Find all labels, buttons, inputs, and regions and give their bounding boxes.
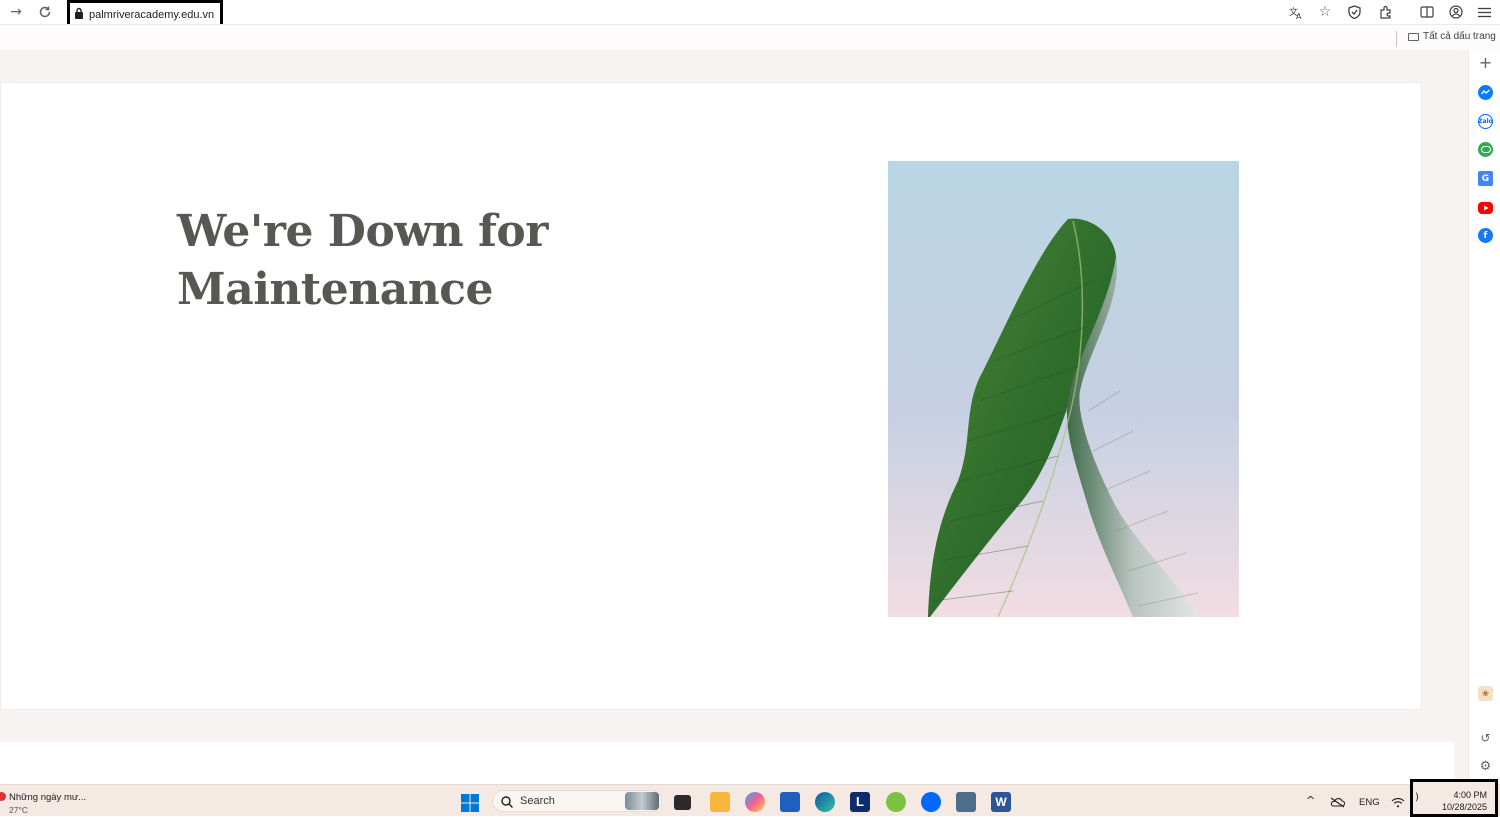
lingo-app-icon[interactable]: L xyxy=(850,792,870,812)
chevron-up-icon[interactable]: ^ xyxy=(1306,794,1315,807)
word-icon[interactable]: W xyxy=(991,792,1011,812)
messenger-icon[interactable] xyxy=(1478,85,1493,100)
edge-icon[interactable] xyxy=(815,792,835,812)
all-bookmarks-label: Tất cả dấu trang xyxy=(1423,31,1496,42)
copilot-icon[interactable] xyxy=(745,792,765,812)
weather-temperature: 27°C xyxy=(9,805,28,815)
calculator-icon[interactable] xyxy=(956,792,976,812)
profile-icon[interactable] xyxy=(1446,2,1466,22)
menu-icon[interactable] xyxy=(1474,2,1494,22)
bookmark-separator xyxy=(1396,31,1397,47)
banana-leaf-image xyxy=(888,161,1239,617)
clock-date: 10/28/2025 xyxy=(1441,802,1487,812)
forward-icon[interactable]: → xyxy=(6,2,26,22)
coccoc-icon[interactable] xyxy=(886,792,906,812)
headline-line-2: Maintenance xyxy=(177,264,494,315)
page-footer-area xyxy=(0,742,1454,784)
bookmark-star-icon[interactable]: ☆ xyxy=(1315,2,1335,22)
task-view-icon[interactable] xyxy=(674,795,691,810)
facebook-icon[interactable]: f xyxy=(1478,228,1493,243)
shield-icon[interactable] xyxy=(1344,2,1364,22)
store-icon[interactable] xyxy=(780,792,800,812)
split-view-icon[interactable] xyxy=(1417,2,1437,22)
all-bookmarks-button[interactable]: Tất cả dấu trang xyxy=(1408,31,1496,42)
translate-icon[interactable]: G xyxy=(1478,171,1493,186)
maintenance-card: We're Down for Maintenance xyxy=(0,82,1422,710)
zalo-app-icon[interactable] xyxy=(921,792,941,812)
search-highlight-image xyxy=(625,792,659,810)
youtube-icon[interactable] xyxy=(1478,202,1493,214)
reload-icon[interactable] xyxy=(35,2,55,22)
url-text: palmriveracademy.edu.vn xyxy=(89,9,215,21)
maintenance-headline: We're Down for Maintenance xyxy=(177,203,597,319)
page-viewport: We're Down for Maintenance xyxy=(0,50,1468,784)
add-icon[interactable]: + xyxy=(1478,53,1493,72)
extension-icon[interactable]: ❀ xyxy=(1478,686,1493,701)
wifi-icon[interactable] xyxy=(1391,795,1405,813)
windows-taskbar: Những ngày mư... 27°C Search L W ^ ENG )… xyxy=(0,779,1500,817)
file-explorer-icon[interactable] xyxy=(710,792,730,812)
headline-line-1: We're Down for xyxy=(177,206,548,257)
extensions-icon[interactable] xyxy=(1376,2,1396,22)
clock-area[interactable]: ) 4:00 PM 10/28/2025 xyxy=(1410,779,1498,817)
start-button[interactable] xyxy=(461,794,481,814)
bookmark-bar: Tất cả dấu trang xyxy=(0,24,1500,50)
weather-alert-icon xyxy=(0,792,6,801)
language-indicator[interactable]: ENG xyxy=(1359,797,1380,808)
browser-toolbar: → palmriveracademy.edu.vn 文A ☆ xyxy=(0,0,1500,30)
game-icon[interactable] xyxy=(1478,142,1493,157)
volume-icon[interactable]: ) xyxy=(1415,792,1419,803)
settings-icon[interactable]: ⚙ xyxy=(1478,759,1493,774)
folder-icon xyxy=(1408,32,1419,41)
onedrive-offline-icon[interactable] xyxy=(1330,795,1346,813)
weather-title: Những ngày mư... xyxy=(9,792,87,803)
browser-side-panel: + Zalo G f ❀ ↺ ⚙ xyxy=(1468,50,1500,784)
svg-text:A: A xyxy=(1296,12,1302,20)
history-icon[interactable]: ↺ xyxy=(1478,730,1493,745)
search-icon xyxy=(501,795,513,813)
search-placeholder: Search xyxy=(520,795,555,807)
lock-icon xyxy=(74,6,84,24)
clock-time: 4:00 PM xyxy=(1453,790,1487,800)
translate-page-icon[interactable]: 文A xyxy=(1286,2,1306,22)
taskbar-search[interactable]: Search xyxy=(492,790,662,812)
zalo-icon[interactable]: Zalo xyxy=(1478,114,1493,129)
